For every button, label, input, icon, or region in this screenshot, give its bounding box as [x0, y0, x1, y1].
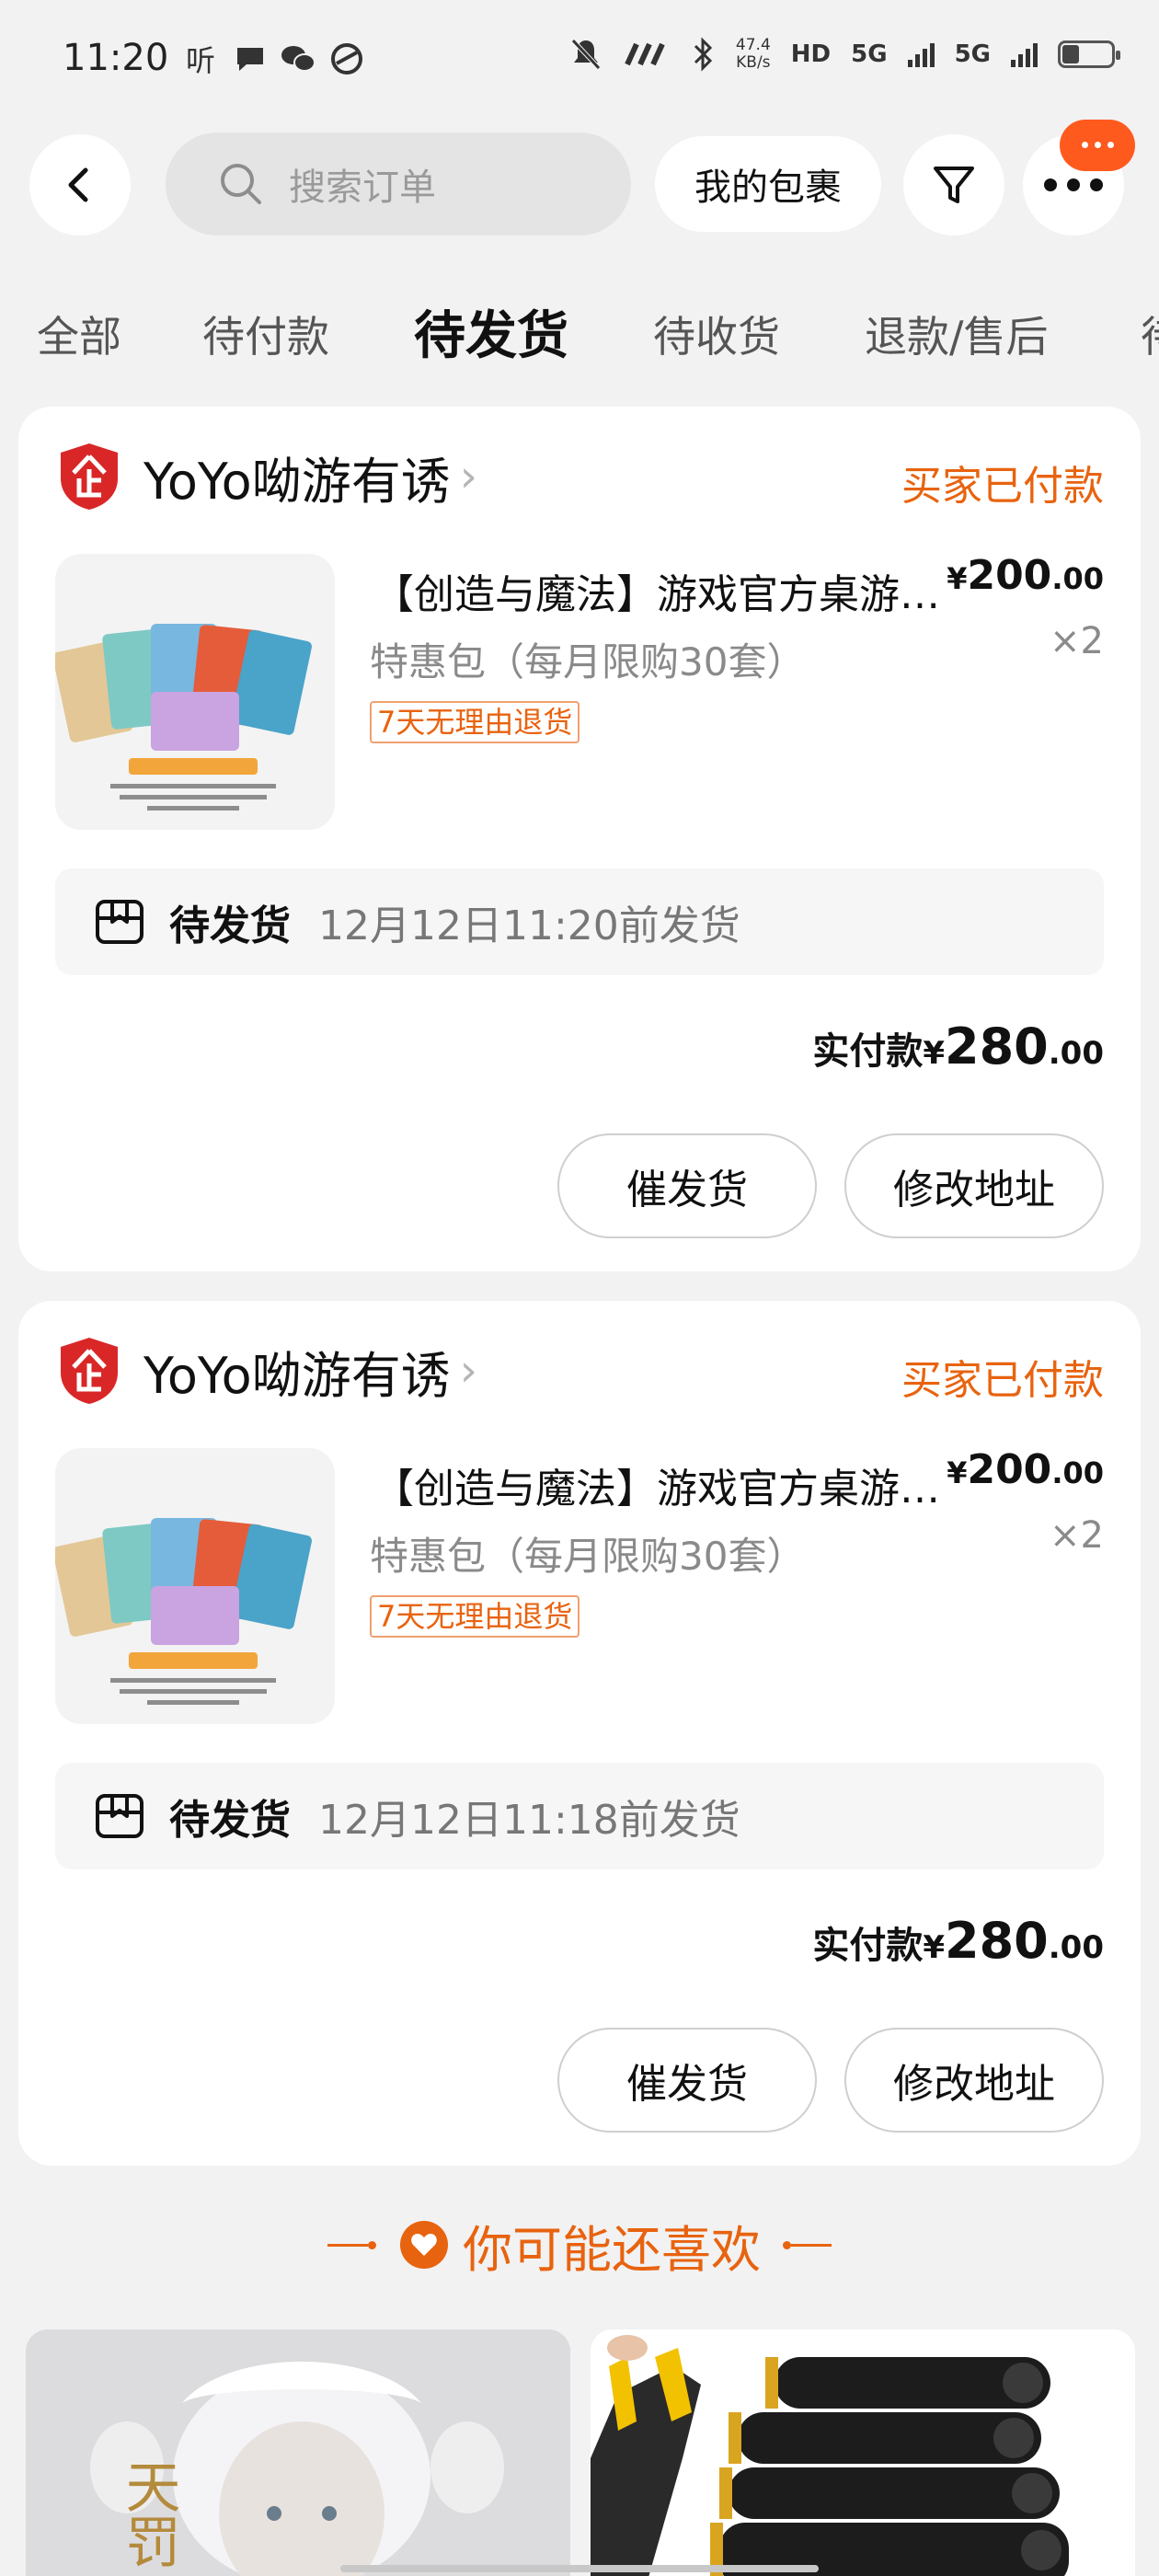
return-policy-tag: 7天无理由退货 [370, 701, 580, 743]
urge-shipment-button[interactable]: 催发货 [557, 1133, 817, 1238]
recommend-item[interactable] [591, 2329, 1135, 2576]
filter-button[interactable] [903, 134, 1004, 236]
shop-name: YoYo呦游有诱 [143, 452, 451, 511]
signal-icon-2 [1011, 41, 1038, 67]
modify-address-button[interactable]: 修改地址 [844, 1133, 1104, 1238]
order-status: 买家已付款 [901, 463, 1104, 510]
shipping-status-box[interactable]: 待发货 12月12日11:18前发货 [55, 1763, 1104, 1869]
hd-indicator: HD [790, 40, 832, 68]
wechat-icon [281, 46, 316, 72]
message-icon [237, 48, 263, 71]
shop-name: YoYo呦游有诱 [143, 1346, 451, 1405]
product-title[interactable]: 【创造与魔法】游戏官方桌游卡牌 [373, 561, 944, 620]
message-badge [1060, 120, 1135, 171]
shipping-status-box[interactable]: 待发货 12月12日11:20前发货 [55, 868, 1104, 975]
home-indicator[interactable] [340, 2565, 819, 2572]
artwork-logo-text: 天罚 [116, 2458, 180, 2569]
product-quantity: ×2 [1050, 620, 1104, 662]
product-price: ¥200.00 [947, 1446, 1104, 1493]
order-card[interactable]: YoYo呦游有诱 › 买家已付款 【创造与魔法】游戏官方桌游卡牌 特惠包（每月限… [18, 1301, 1141, 2166]
paid-amount: 实付款¥280.00 [812, 1912, 1104, 1970]
deco-line-right [783, 2240, 832, 2249]
urge-shipment-button[interactable]: 催发货 [557, 2028, 817, 2133]
search-icon [221, 164, 261, 204]
chevron-right-icon: › [459, 1345, 477, 1397]
more-dots-icon [1044, 178, 1103, 191]
order-status: 买家已付款 [901, 1357, 1104, 1404]
tab-all[interactable]: 全部 [37, 304, 121, 364]
mute-bell-icon [571, 39, 601, 70]
shop-row[interactable]: YoYo呦游有诱 › [57, 440, 477, 513]
product-price: ¥200.00 [947, 552, 1104, 599]
status-time: 11:20 [63, 37, 169, 79]
product-spec: 特惠包（每月限购30套） [370, 639, 806, 684]
shipping-status-label: 待发货 [169, 1797, 291, 1844]
app-icon [331, 43, 362, 75]
paid-amount: 实付款¥280.00 [812, 1018, 1104, 1075]
card-pack-illustration [55, 1518, 312, 1705]
order-tabs: 全部 待付款 待发货 待收货 退款/售后 待 [0, 294, 1159, 377]
network-type-2: 5G [954, 40, 991, 68]
recommend-item[interactable]: 天罚 [26, 2329, 570, 2576]
bluetooth-icon [694, 37, 713, 72]
shipping-status-label: 待发货 [169, 903, 291, 949]
hearing-icon: 听 [186, 43, 215, 77]
order-card[interactable]: YoYo呦游有诱 › 买家已付款 【创造与魔法】游戏官方桌游卡牌 特惠包（每月限… [18, 407, 1141, 1271]
shipping-deadline: 12月12日11:20前发货 [318, 903, 740, 949]
network-type-1: 5G [851, 40, 888, 68]
status-bar: 11:20 听 47.4 KB/s HD 5G 5G [0, 0, 1159, 125]
package-box-icon [96, 900, 143, 944]
back-arrow-icon [68, 167, 88, 202]
nfc-icon [625, 42, 665, 66]
card-pack-illustration [55, 624, 312, 811]
tab-pending-receipt[interactable]: 待收货 [653, 304, 780, 364]
product-spec: 特惠包（每月限购30套） [370, 1534, 806, 1579]
heart-icon [400, 2221, 448, 2269]
tab-pending-payment[interactable]: 待付款 [202, 304, 329, 364]
product-quantity: ×2 [1050, 1514, 1104, 1557]
tab-refund-aftersale[interactable]: 退款/售后 [865, 304, 1049, 364]
deco-line-left [327, 2240, 376, 2249]
shop-row[interactable]: YoYo呦游有诱 › [57, 1334, 477, 1408]
svg-text:听: 听 [186, 43, 215, 77]
package-box-icon [96, 1794, 143, 1838]
recommend-title: 你可能还喜欢 [463, 2220, 761, 2279]
my-packages-button[interactable]: 我的包裹 [655, 136, 881, 232]
chevron-right-icon: › [459, 451, 477, 502]
product-image[interactable] [55, 1448, 335, 1724]
recommend-header: 你可能还喜欢 [0, 2208, 1159, 2282]
character-artwork-image [26, 2329, 570, 2576]
enterprise-shop-logo-icon [61, 443, 118, 510]
trash-bags-image [591, 2329, 1135, 2576]
filter-icon [934, 167, 974, 203]
battery-icon [1058, 40, 1120, 68]
shipping-deadline: 12月12日11:18前发货 [318, 1797, 740, 1844]
network-speed: 47.4 KB/s [735, 36, 771, 72]
search-input[interactable]: 搜索订单 [166, 132, 631, 236]
tab-next-partial[interactable]: 待 [1141, 304, 1159, 364]
top-nav: 搜索订单 我的包裹 [0, 129, 1159, 239]
product-image[interactable] [55, 554, 335, 830]
tab-pending-shipment[interactable]: 待发货 [414, 294, 568, 369]
signal-icon [907, 41, 935, 67]
enterprise-shop-logo-icon [61, 1338, 118, 1404]
return-policy-tag: 7天无理由退货 [370, 1595, 580, 1638]
back-button[interactable] [29, 134, 131, 236]
modify-address-button[interactable]: 修改地址 [844, 2028, 1104, 2133]
search-placeholder: 搜索订单 [289, 167, 436, 209]
product-title[interactable]: 【创造与魔法】游戏官方桌游卡牌 [373, 1455, 944, 1514]
